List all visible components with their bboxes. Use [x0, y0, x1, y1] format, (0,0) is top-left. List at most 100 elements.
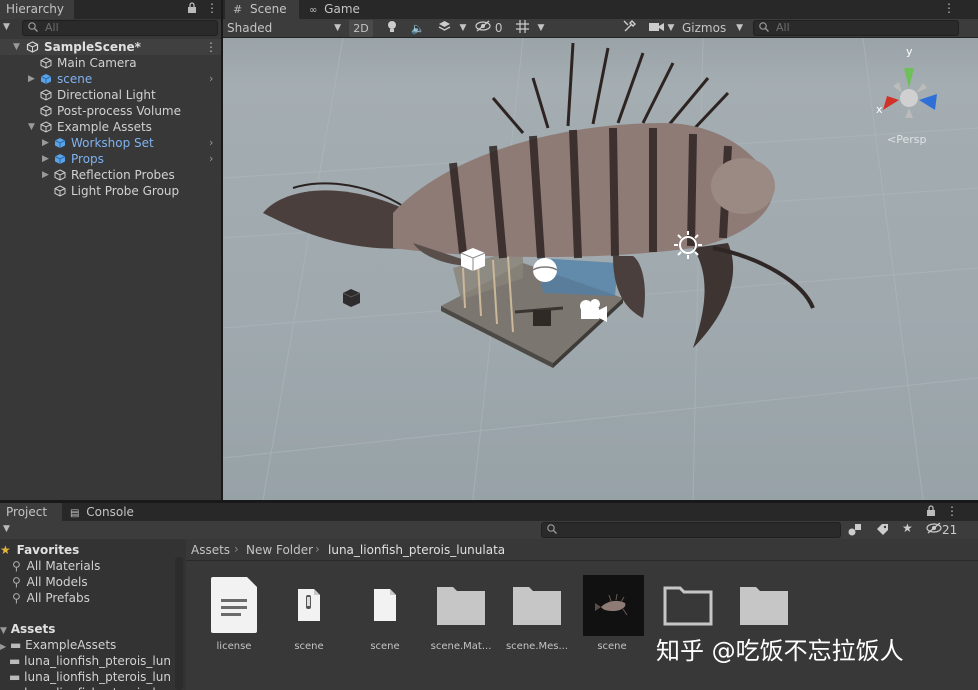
favorite-all-materials[interactable]: ⚲ All Materials — [12, 558, 100, 574]
cube-prop — [342, 289, 361, 307]
expand-arrow-icon: ▼ — [0, 626, 7, 636]
hierarchy-item-light-probe-group[interactable]: Light Probe Group — [0, 183, 221, 199]
hidden-count: 21 — [942, 523, 958, 537]
assets-label: Assets — [10, 622, 56, 636]
favorite-all-models[interactable]: ⚲ All Models — [12, 574, 88, 590]
folder-luna-lionfish-3[interactable]: ▬ luna_lionfish_pterois_lunul — [0, 685, 172, 690]
hidden-packages-toggle[interactable]: 21 — [926, 522, 957, 537]
expand-arrow-icon[interactable]: ▶ — [42, 135, 49, 151]
breadcrumb-separator: › — [234, 542, 239, 556]
camera-dropdown-icon[interactable]: ▼ — [665, 20, 677, 37]
search-placeholder: All — [776, 21, 790, 34]
more-icon[interactable]: ⋮ — [946, 504, 958, 518]
hierarchy-item-post-process-volume[interactable]: Post-process Volume — [0, 103, 221, 119]
folder-example-assets[interactable]: ▶ ▬ ExampleAssets — [0, 637, 172, 653]
toggle-2d-button[interactable]: 2D — [349, 20, 373, 37]
tab-project[interactable]: Project — [0, 503, 62, 522]
folder-luna-lionfish-2[interactable]: ▬ luna_lionfish_pterois_lunul — [0, 669, 172, 685]
lock-icon[interactable] — [187, 2, 197, 17]
tab-hierarchy[interactable]: Hierarchy — [0, 0, 74, 19]
favorite-all-prefabs[interactable]: ⚲ All Prefabs — [12, 590, 90, 606]
folder-label: ExampleAssets — [25, 638, 117, 652]
tab-game[interactable]: ∞ Game — [303, 0, 373, 19]
tab-console[interactable]: ▤ Console — [64, 503, 144, 522]
more-icon[interactable]: ⋮ — [943, 1, 955, 15]
expand-arrow-icon: ▶ — [0, 642, 7, 651]
favorites-header[interactable]: ★ Favorites — [0, 542, 186, 558]
item-label: Workshop Set — [71, 136, 154, 150]
expand-arrow-icon[interactable]: ▶ — [28, 71, 35, 87]
project-toolbar: ▼ ★ 21 — [0, 521, 978, 539]
folder-label: luna_lionfish_pterois_lunul — [24, 670, 172, 684]
asset-name: scene — [597, 641, 627, 652]
scene-more-icon[interactable]: ⋮ — [205, 39, 217, 55]
chevron-right-icon[interactable]: › — [209, 135, 213, 151]
expand-arrow-icon[interactable]: ▼ — [28, 119, 35, 135]
filter-by-type-icon[interactable] — [848, 523, 862, 539]
create-dropdown-icon[interactable]: ▼ — [3, 22, 10, 32]
folder-luna-lionfish-1[interactable]: ▬ luna_lionfish_pterois_lunul — [0, 653, 172, 669]
folder-icon — [437, 587, 485, 625]
breadcrumb-new-folder[interactable]: New Folder — [246, 543, 313, 557]
asset-item[interactable]: license — [198, 573, 270, 652]
asset-item[interactable]: scene — [349, 573, 421, 652]
lighting-toggle-icon[interactable] — [383, 20, 401, 37]
scene-viewport[interactable]: y x <Persp — [223, 38, 978, 500]
breadcrumb-assets[interactable]: Assets — [191, 543, 230, 557]
project-search-input[interactable] — [541, 522, 841, 538]
scene-search-input[interactable]: All — [753, 20, 959, 36]
hierarchy-item-directional-light[interactable]: Directional Light — [0, 87, 221, 103]
expand-arrow-icon[interactable]: ▶ — [42, 167, 49, 183]
persp-label: Persp — [896, 133, 926, 146]
shading-mode-dropdown[interactable]: Shaded ▼ — [225, 20, 343, 37]
asset-item[interactable]: scene.Mat... — [425, 573, 497, 652]
camera-icon[interactable] — [647, 20, 665, 37]
hierarchy-item-scene[interactable]: ▶ scene › — [0, 71, 221, 87]
breadcrumb-current[interactable]: luna_lionfish_pterois_lunulata — [328, 543, 505, 557]
tree-scrollbar[interactable] — [175, 557, 183, 690]
more-icon[interactable]: ⋮ — [206, 1, 218, 15]
asset-item[interactable]: scene — [273, 573, 345, 652]
audio-toggle-icon[interactable]: 🔈 — [409, 20, 427, 37]
scene-panel: # Scene ∞ Game ⋮ Shaded ▼ 2D 🔈 ▼ 0 ▼ ▼ G… — [223, 0, 978, 500]
scene-render: y x <Persp — [223, 38, 978, 500]
create-dropdown-icon[interactable]: ▼ — [3, 524, 10, 534]
watermark: 知乎 @吃饭不忘拉饭人 — [656, 637, 904, 665]
chevron-right-icon[interactable]: › — [209, 151, 213, 167]
expand-arrow-icon[interactable]: ▼ — [13, 39, 20, 55]
favorite-star-icon[interactable]: ★ — [902, 521, 913, 535]
tab-label: Game — [324, 2, 360, 16]
scene-root-row[interactable]: ▼ SampleScene* ⋮ — [0, 39, 221, 55]
asset-item[interactable]: scene.Mes... — [501, 573, 573, 652]
effects-toggle-icon[interactable] — [435, 20, 453, 37]
hierarchy-item-main-camera[interactable]: Main Camera — [0, 55, 221, 71]
hidden-objects-toggle[interactable]: 0 — [475, 20, 511, 37]
asset-item[interactable] — [652, 573, 724, 638]
grid-toggle-icon[interactable] — [513, 20, 531, 37]
grid-dropdown-icon[interactable]: ▼ — [535, 20, 547, 37]
lock-icon[interactable] — [926, 505, 936, 520]
dropdown-arrow-icon: ▼ — [334, 23, 341, 33]
expand-arrow-icon[interactable]: ▶ — [42, 151, 49, 167]
search-icon: ⚲ — [12, 575, 21, 589]
gizmos-dropdown[interactable]: Gizmos ▼ — [679, 20, 743, 37]
hierarchy-item-reflection-probes[interactable]: ▶ Reflection Probes — [0, 167, 221, 183]
hierarchy-item-props[interactable]: ▶ Props › — [0, 151, 221, 167]
projection-label[interactable]: <Persp — [887, 133, 926, 146]
hierarchy-item-workshop-set[interactable]: ▶ Workshop Set › — [0, 135, 221, 151]
chevron-right-icon[interactable]: › — [209, 71, 213, 87]
effects-dropdown-icon[interactable]: ▼ — [457, 20, 469, 37]
filter-by-label-icon[interactable] — [876, 523, 889, 539]
reflection-probe-gizmo — [532, 258, 558, 282]
item-label: Post-process Volume — [57, 104, 181, 118]
search-icon — [758, 21, 770, 37]
scene-toolbar: Shaded ▼ 2D 🔈 ▼ 0 ▼ ▼ Gizmos ▼ All — [223, 19, 978, 38]
search-icon — [546, 523, 558, 539]
tab-scene[interactable]: # Scene — [225, 0, 299, 19]
assets-header[interactable]: ▼ Assets — [0, 621, 55, 637]
hierarchy-item-example-assets[interactable]: ▼ Example Assets — [0, 119, 221, 135]
tab-label: Console — [86, 505, 134, 519]
hierarchy-search-input[interactable]: All — [22, 20, 218, 36]
asset-item[interactable] — [728, 573, 800, 638]
tools-icon[interactable] — [621, 20, 637, 37]
